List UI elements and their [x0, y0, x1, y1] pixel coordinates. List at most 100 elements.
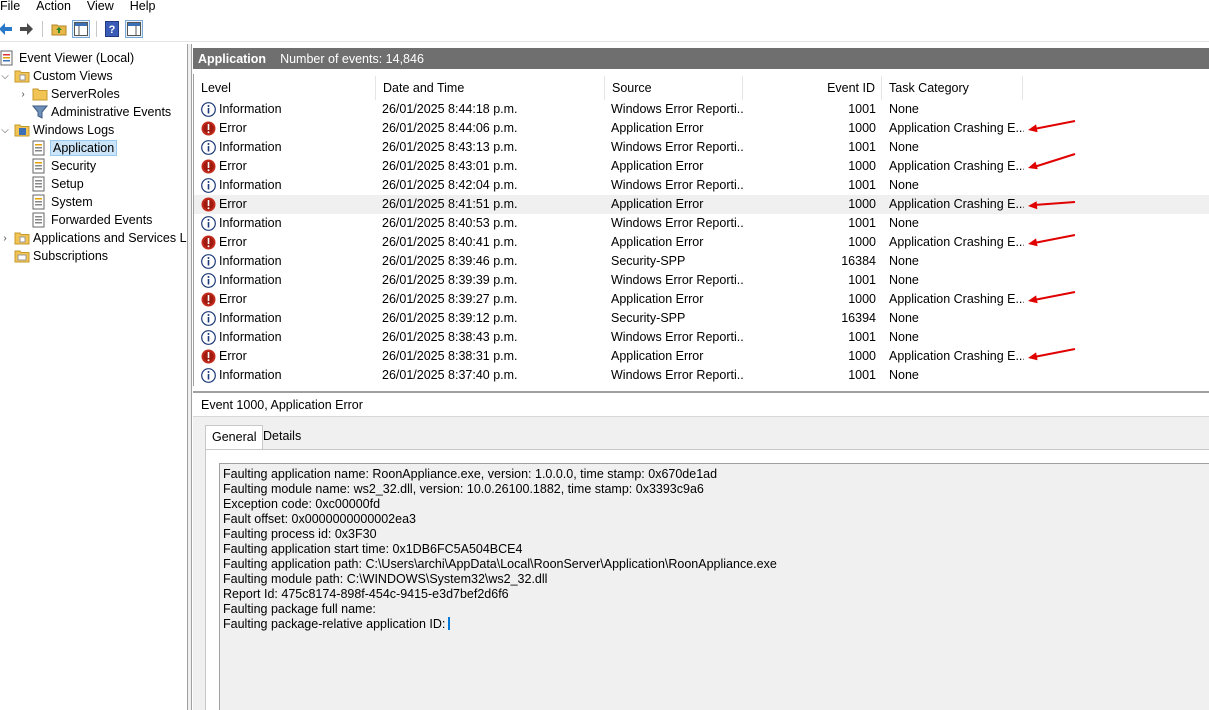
cell-level: Information	[219, 254, 282, 268]
column-header-task-category[interactable]: Task Category	[882, 76, 1023, 100]
pane-splitter[interactable]	[187, 44, 192, 710]
tree-item-administrative-events[interactable]: Administrative Events	[31, 103, 171, 121]
cell-date: 26/01/2025 8:40:53 p.m.	[382, 216, 518, 230]
tree-item-forwarded-events[interactable]: Forwarded Events	[32, 211, 152, 229]
column-header-event-id[interactable]: Event ID	[743, 76, 882, 100]
tree-item-application[interactable]: Application	[32, 139, 118, 157]
information-icon	[201, 311, 216, 326]
chevron-right-icon[interactable]: ›	[18, 89, 28, 100]
error-icon	[201, 235, 216, 250]
cell-task-category: None	[889, 102, 919, 116]
cell-task-category: None	[889, 140, 919, 154]
column-header-level[interactable]: Level	[194, 76, 376, 100]
information-icon	[201, 254, 216, 269]
cell-level: Information	[219, 330, 282, 344]
tree-item-security[interactable]: Security	[32, 157, 96, 175]
cell-task-category: None	[889, 330, 919, 344]
tree-item-server-roles[interactable]: › ServerRoles	[18, 85, 119, 103]
cell-task-category: Application Crashing E...	[889, 159, 1024, 173]
information-icon	[201, 330, 216, 345]
table-row[interactable]: Error 26/01/2025 8:39:27 p.m. Application …	[194, 290, 1209, 309]
cell-level: Error	[219, 159, 247, 173]
menu-help[interactable]: Help	[130, 0, 156, 16]
cell-level: Error	[219, 349, 247, 363]
menu-bar: File Action View Help	[0, 0, 1209, 16]
cell-level: Error	[219, 235, 247, 249]
cell-task-category: None	[889, 368, 919, 382]
cell-date: 26/01/2025 8:39:46 p.m.	[382, 254, 518, 268]
table-row[interactable]: Information 26/01/2025 8:44:18 p.m. Window…	[194, 100, 1209, 119]
table-row[interactable]: Information 26/01/2025 8:39:46 p.m. Securi…	[194, 252, 1209, 271]
cell-task-category: None	[889, 178, 919, 192]
chevron-right-icon[interactable]: ›	[0, 233, 10, 244]
folder-icon	[14, 122, 30, 138]
chevron-down-icon[interactable]: ⌵	[0, 125, 10, 136]
error-icon	[201, 121, 216, 136]
tree-item-custom-views[interactable]: ⌵ Custom Views	[0, 67, 112, 85]
description-line: Faulting application name: RoonAppliance…	[223, 467, 718, 481]
events-table: Level Date and Time Source Event ID Task…	[193, 74, 1209, 386]
table-row[interactable]: Error 26/01/2025 8:41:51 p.m. Application …	[194, 195, 1209, 214]
cell-date: 26/01/2025 8:39:27 p.m.	[382, 292, 518, 306]
table-row[interactable]: Information 26/01/2025 8:40:53 p.m. Window…	[194, 214, 1209, 233]
cell-task-category: Application Crashing E...	[889, 292, 1024, 306]
cell-date: 26/01/2025 8:38:31 p.m.	[382, 349, 518, 363]
table-row[interactable]: Error 26/01/2025 8:43:01 p.m. Application …	[194, 157, 1209, 176]
column-header-row: Level Date and Time Source Event ID Task…	[194, 76, 1209, 100]
cell-level: Information	[219, 178, 282, 192]
chevron-down-icon[interactable]: ⌵	[0, 71, 10, 82]
cell-source: Application Error	[611, 349, 704, 363]
navigation-tree: Event Viewer (Local) ⌵ Custom Views › Se…	[0, 48, 187, 710]
event-description-text[interactable]: Faulting application name: RoonAppliance…	[219, 463, 1209, 710]
cell-event-id: 16384	[841, 254, 876, 268]
cell-date: 26/01/2025 8:39:39 p.m.	[382, 273, 518, 287]
tree-item-applications-and-services[interactable]: › Applications and Services Lo	[0, 229, 187, 247]
tab-details[interactable]: Details	[257, 425, 307, 447]
help-icon[interactable]: ?	[103, 20, 121, 38]
up-folder-icon[interactable]	[50, 20, 68, 38]
cell-source: Windows Error Reporti...	[611, 273, 743, 287]
tree-item-subscriptions[interactable]: Subscriptions	[14, 247, 108, 265]
menu-action[interactable]: Action	[36, 0, 71, 16]
general-tab-body: Faulting application name: RoonAppliance…	[205, 449, 1209, 710]
cell-event-id: 1000	[848, 292, 876, 306]
table-row[interactable]: Information 26/01/2025 8:38:43 p.m. Window…	[194, 328, 1209, 347]
cell-date: 26/01/2025 8:43:01 p.m.	[382, 159, 518, 173]
table-row[interactable]: Information 26/01/2025 8:43:13 p.m. Window…	[194, 138, 1209, 157]
properties-icon[interactable]	[125, 20, 143, 38]
table-row[interactable]: Information 26/01/2025 8:37:40 p.m. Window…	[194, 366, 1209, 385]
cell-source: Security-SPP	[611, 311, 686, 325]
cell-source: Windows Error Reporti...	[611, 178, 743, 192]
error-icon	[201, 197, 216, 212]
menu-view[interactable]: View	[87, 0, 114, 16]
cell-event-id: 1001	[848, 273, 876, 287]
tree-item-event-viewer-local[interactable]: Event Viewer (Local)	[0, 49, 134, 67]
cell-source: Windows Error Reporti...	[611, 330, 743, 344]
forward-icon[interactable]	[18, 20, 36, 38]
tree-item-system[interactable]: System	[32, 193, 93, 211]
cell-date: 26/01/2025 8:44:06 p.m.	[382, 121, 518, 135]
table-row[interactable]: Error 26/01/2025 8:38:31 p.m. Application …	[194, 347, 1209, 366]
cell-task-category: None	[889, 216, 919, 230]
tree-item-setup[interactable]: Setup	[32, 175, 84, 193]
description-line: Faulting process id: 0x3F30	[223, 527, 377, 541]
cell-event-id: 1001	[848, 102, 876, 116]
menu-file[interactable]: File	[0, 0, 20, 16]
information-icon	[201, 178, 216, 193]
cell-date: 26/01/2025 8:41:51 p.m.	[382, 197, 518, 211]
tree-item-windows-logs[interactable]: ⌵ Windows Logs	[0, 121, 114, 139]
show-hide-tree-icon[interactable]	[72, 20, 90, 38]
cell-event-id: 1000	[848, 235, 876, 249]
tab-general[interactable]: General	[205, 425, 264, 450]
table-row[interactable]: Error 26/01/2025 8:44:06 p.m. Application …	[194, 119, 1209, 138]
table-row[interactable]: Information 26/01/2025 8:39:12 p.m. Securi…	[194, 309, 1209, 328]
cell-event-id: 1001	[848, 140, 876, 154]
table-row[interactable]: Information 26/01/2025 8:42:04 p.m. Window…	[194, 176, 1209, 195]
column-header-date[interactable]: Date and Time	[376, 76, 605, 100]
table-row[interactable]: Error 26/01/2025 8:40:41 p.m. Application …	[194, 233, 1209, 252]
table-row[interactable]: Information 26/01/2025 8:39:39 p.m. Window…	[194, 271, 1209, 290]
cell-task-category: Application Crashing E...	[889, 235, 1024, 249]
description-line: Faulting module name: ws2_32.dll, versio…	[223, 482, 704, 496]
back-icon[interactable]	[0, 20, 14, 38]
column-header-source[interactable]: Source	[605, 76, 743, 100]
